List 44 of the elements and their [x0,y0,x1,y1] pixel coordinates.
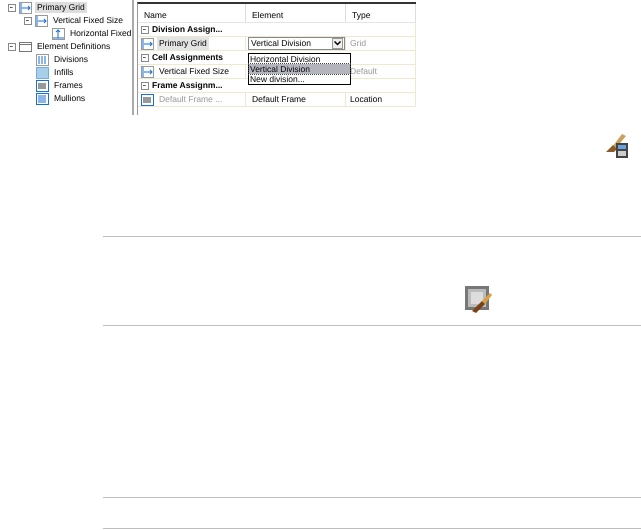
vertical-grid-icon [141,66,154,78]
group-label: Division Assign... [152,23,223,36]
type-value: Location [350,93,382,106]
type-value: Default [350,65,377,78]
mullion-icon [36,92,49,104]
horizontal-grid-icon [52,28,65,40]
window-brush-icon [464,285,494,313]
dropdown-option[interactable]: Horizontal Division [249,54,350,64]
tree-item[interactable]: Horizontal Fixed [68,28,134,39]
vertical-grid-icon [141,38,154,50]
frame-icon [36,80,49,92]
element-value: Default Frame [251,93,306,106]
tree-item[interactable]: Infills [52,67,76,78]
element-dropdown[interactable]: Vertical Division [248,37,345,50]
collapse-icon[interactable] [141,82,149,90]
group-label: Cell Assignments [152,51,224,64]
division-icon [36,54,49,66]
collapse-icon[interactable] [24,16,32,24]
caret-icon[interactable] [332,38,343,49]
tree-item[interactable]: Primary Grid [35,2,87,13]
collapse-icon[interactable] [141,54,149,62]
collapse-icon[interactable] [141,26,149,34]
group-label: Frame Assignm... [152,79,223,92]
vertical-grid-icon [19,2,32,14]
column-header[interactable]: Name [138,4,246,23]
tree-item[interactable]: Vertical Fixed Size [51,15,125,26]
collapse-icon[interactable] [8,4,16,12]
collapse-icon[interactable] [8,42,16,50]
tree-item[interactable]: Frames [52,80,85,91]
definitions-icon [19,40,32,52]
tree-item[interactable]: Mullions [52,93,88,104]
tree-item[interactable]: Divisions [52,54,90,65]
frame-icon [141,94,154,106]
column-header[interactable]: Element [246,4,346,23]
dropdown-option[interactable]: New division... [249,74,350,84]
type-value: Grid [350,37,366,50]
tree-item[interactable]: Element Definitions [35,41,112,52]
property-name[interactable]: Vertical Fixed Size [157,65,231,78]
brush-calculator-icon [604,132,630,158]
infill-icon [36,66,49,78]
vertical-grid-icon [35,14,48,26]
property-name[interactable]: Primary Grid [157,37,209,50]
dropdown-option[interactable]: Vertical Division [249,64,350,74]
column-header[interactable]: Type [346,4,416,23]
